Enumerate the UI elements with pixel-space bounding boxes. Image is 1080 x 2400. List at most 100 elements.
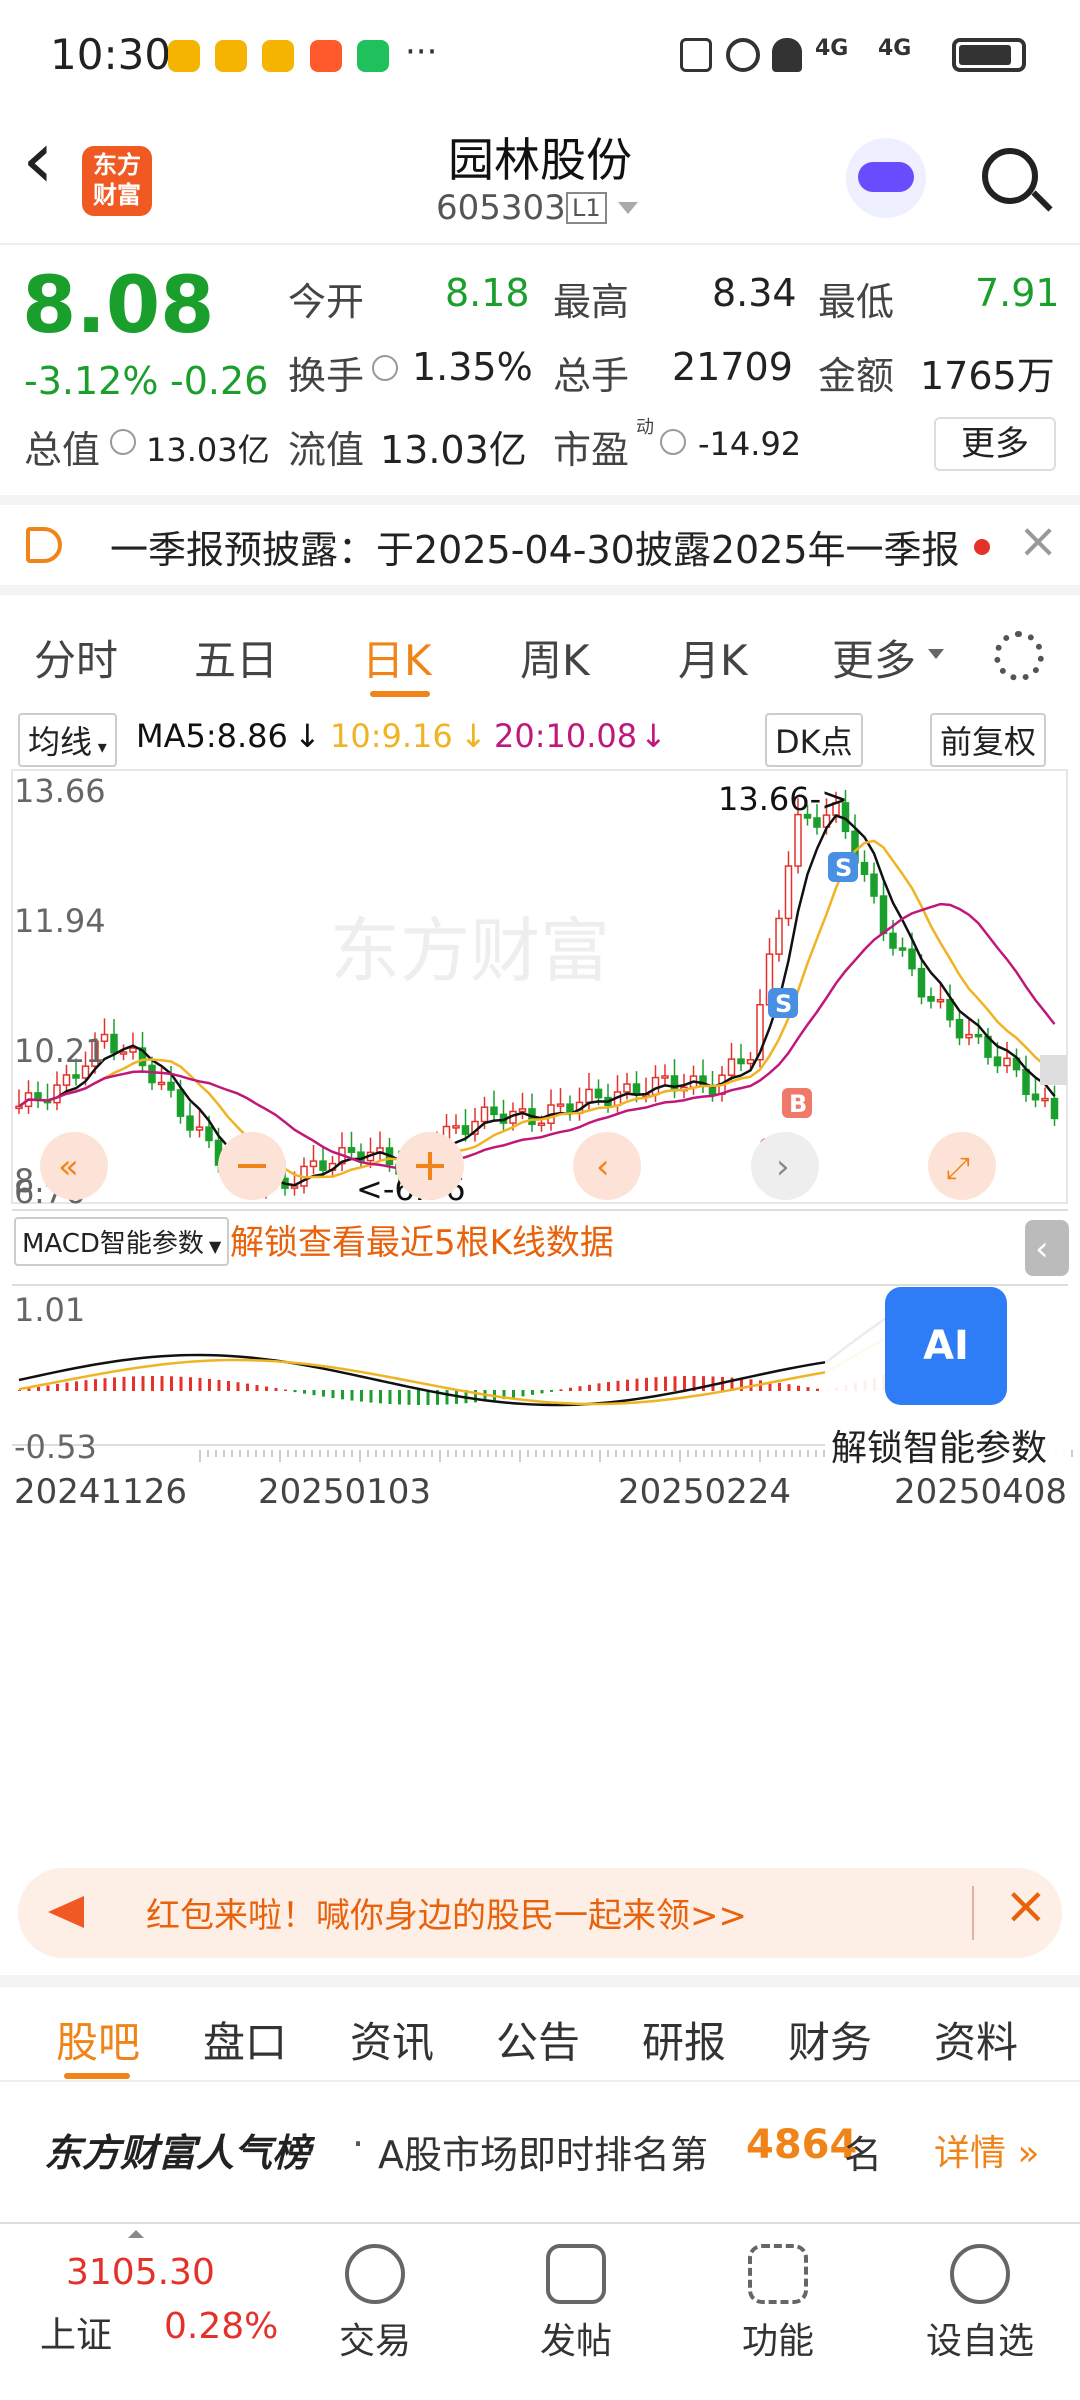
macd-line	[18, 1293, 923, 1407]
weibo-icon	[262, 40, 294, 72]
macd-param-button[interactable]: MACD智能参数 ▼	[14, 1217, 230, 1266]
info-icon[interactable]	[110, 429, 136, 455]
pe-value: -14.92	[698, 425, 802, 463]
ai-unlock-text: 解锁智能参数	[831, 1428, 1048, 1469]
volume-value: 21709	[672, 345, 793, 389]
megaphone-icon	[48, 1896, 84, 1928]
robot-assistant-icon[interactable]	[846, 138, 926, 218]
signal-4g-2: 4G	[878, 36, 912, 61]
adjust-button[interactable]: 前复权	[930, 713, 1047, 767]
tab-five-day[interactable]: 五日	[194, 627, 278, 688]
candle-body	[917, 967, 926, 998]
candle-body	[879, 895, 888, 935]
announcement-text: 一季报预披露：于2025-04-30披露2025年一季报	[110, 528, 960, 572]
dropdown-icon[interactable]	[618, 202, 638, 214]
info-icon[interactable]	[372, 355, 398, 381]
nav-functions-label: 功能	[741, 2321, 814, 2362]
gear-icon[interactable]	[994, 631, 1044, 681]
tab-profile[interactable]: 资料	[934, 2009, 1018, 2070]
nfc-icon	[680, 38, 712, 72]
tab-weekly-k[interactable]: 周K	[520, 627, 590, 688]
unlock-kline-link[interactable]: 解锁查看最近5根K线数据	[230, 1215, 614, 1264]
ma20-arrow: ↓	[640, 717, 667, 755]
macd-bar	[578, 1386, 582, 1391]
candle-body	[670, 1075, 679, 1092]
ai-unlock-panel[interactable]: AI 解锁智能参数	[825, 1287, 1070, 1477]
bottom-bar: 3105.30 上证 0.28% 交易 发帖 功能 设自选	[0, 2222, 1080, 2400]
stock-header: ‹ 东方 财富 园林股份 605303 L1	[0, 110, 1080, 245]
candle-body	[537, 1122, 546, 1126]
search-icon[interactable]	[982, 148, 1038, 204]
nav-post[interactable]: 发帖	[516, 2244, 636, 2364]
red-packet-banner[interactable]: 红包来啦！喊你身边的股民一起来领>> ×	[18, 1868, 1062, 1958]
stock-code: 605303	[436, 188, 566, 228]
sell-marker-label: S	[775, 990, 792, 1018]
battery-icon	[952, 38, 1026, 72]
rank-dot: ·	[352, 2122, 365, 2166]
expand-icon: ⤢	[946, 1151, 970, 1186]
macd-bar	[322, 1390, 325, 1397]
pe-dynamic-mark: 动	[636, 417, 654, 438]
tab-intraday[interactable]: 分时	[34, 627, 118, 688]
chevron-right-icon: ›	[776, 1147, 790, 1187]
tab-pankou[interactable]: 盘口	[203, 2009, 287, 2070]
chart-period-tabs: 分时 五日 日K 周K 月K 更多	[0, 605, 1080, 705]
rank-brand: 东方财富人气榜	[44, 2131, 311, 2175]
macd-bar	[160, 1376, 164, 1391]
candle-body	[784, 865, 793, 920]
tab-reports[interactable]: 研报	[642, 2009, 726, 2070]
amount-label: 金额	[818, 354, 895, 398]
active-tab-indicator	[370, 691, 430, 697]
tab-news[interactable]: 资讯	[350, 2009, 434, 2070]
announcement-ticker[interactable]: 一季报预披露：于2025-04-30披露2025年一季报 ×	[0, 495, 1080, 595]
ma-select-button[interactable]: 均线 ▾	[18, 713, 117, 767]
macd-bar	[417, 1390, 420, 1405]
index-change[interactable]: 0.28%	[164, 2306, 278, 2347]
tab-monthly-k[interactable]: 月K	[678, 627, 748, 688]
tab-announcements[interactable]: 公告	[496, 2009, 580, 2070]
ma5-arrow: ↓	[294, 717, 321, 755]
banner-text: 红包来啦！喊你身边的股民一起来领>>	[146, 1896, 747, 1936]
float-cap-label: 流值	[288, 428, 365, 472]
macd-bar	[208, 1378, 211, 1391]
macd-bar	[360, 1390, 363, 1402]
ma-line	[18, 839, 1056, 1179]
more-button[interactable]: 更多	[934, 417, 1056, 471]
candle-body	[946, 998, 954, 1021]
tab-daily-k[interactable]: 日K	[362, 627, 432, 688]
rank-detail-link[interactable]: 详情 »	[934, 2124, 1039, 2176]
candle-body	[775, 917, 783, 955]
pe-label: 市盈	[553, 428, 630, 472]
level-badge[interactable]: L1	[566, 192, 607, 224]
banner-close-icon[interactable]: ×	[1004, 1876, 1048, 1936]
nav-functions[interactable]: 功能	[718, 2244, 838, 2364]
high-value: 8.34	[712, 271, 797, 315]
tab-finance[interactable]: 财务	[788, 2009, 872, 2070]
nav-trade[interactable]: 交易	[315, 2244, 435, 2364]
tab-more[interactable]: 更多	[832, 627, 916, 688]
close-icon[interactable]: ×	[1018, 513, 1058, 569]
active-tab-indicator	[64, 2073, 130, 2079]
tab-guba[interactable]: 股吧	[56, 2009, 140, 2070]
macd-bar	[531, 1390, 534, 1395]
macd-bar	[654, 1377, 658, 1391]
candle-body	[927, 995, 935, 1002]
info-icon[interactable]	[660, 429, 686, 455]
index-value[interactable]: 3105.30	[66, 2252, 215, 2293]
rank-detail-label: 详情	[934, 2133, 1007, 2174]
candle-body	[53, 1084, 61, 1104]
dk-point-button[interactable]: DK点	[765, 713, 863, 767]
macd-bar	[274, 1388, 278, 1391]
candle-body	[110, 1033, 118, 1054]
chevron-up-icon[interactable]	[128, 2230, 144, 2238]
macd-bar	[645, 1377, 648, 1391]
candle-body	[490, 1106, 498, 1116]
content-tabs: 股吧 盘口 资讯 公告 研报 财务 资料	[0, 1975, 1080, 2079]
candle-body	[661, 1075, 669, 1079]
candle-body	[167, 1081, 175, 1091]
nav-add-watchlist[interactable]: 设自选	[920, 2244, 1040, 2364]
macd-bar	[255, 1385, 259, 1391]
index-name[interactable]: 上证	[40, 2306, 112, 2358]
chevron-down-icon	[928, 649, 944, 659]
search-icon-handle	[1031, 190, 1053, 212]
